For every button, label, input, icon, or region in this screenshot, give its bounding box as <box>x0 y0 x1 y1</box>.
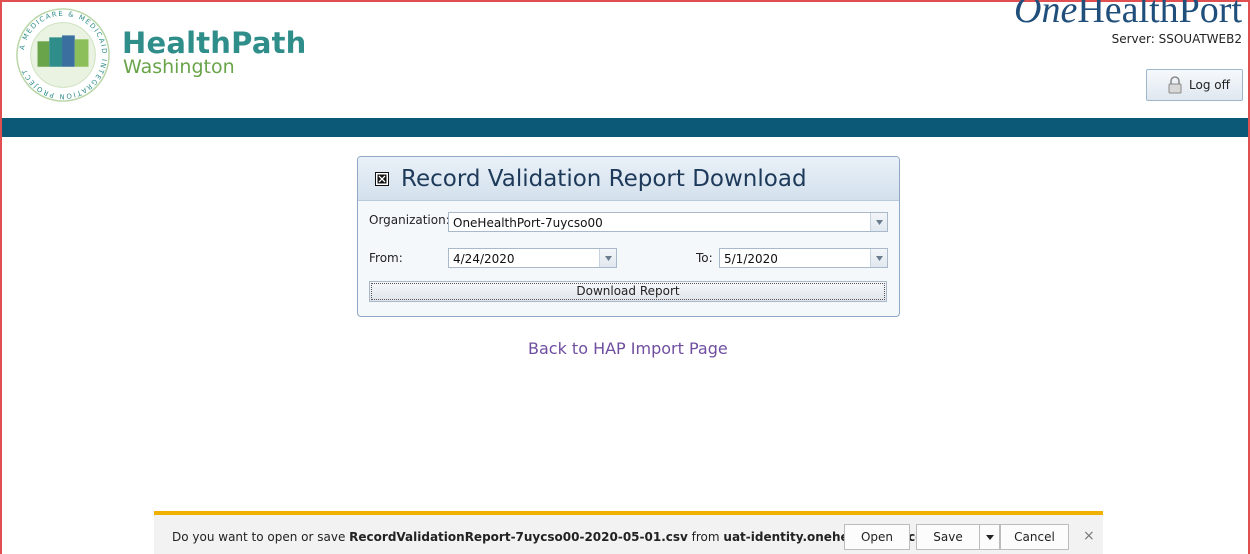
chevron-down-icon <box>875 255 883 261</box>
brand-subtitle: Washington <box>123 56 235 78</box>
lock-icon <box>1168 76 1182 94</box>
save-button-label[interactable]: Save <box>916 524 980 550</box>
panel-header: Record Validation Report Download <box>358 157 899 201</box>
download-message: Do you want to open or save RecordValida… <box>172 530 942 544</box>
from-date-dropdown-button[interactable] <box>599 249 616 267</box>
to-label: To: <box>696 251 713 265</box>
cancel-button[interactable]: Cancel <box>1000 524 1069 550</box>
integration-project-seal: A MEDICARE & MEDICAID INTEGRATION PROJEC… <box>16 8 110 102</box>
onehealthport-logo-rest: HealthPort <box>1077 0 1242 31</box>
download-message-prefix: Do you want to open or save <box>172 530 350 544</box>
download-notification-bar: Do you want to open or save RecordValida… <box>154 511 1103 554</box>
chevron-down-icon <box>875 219 883 225</box>
download-file-name: RecordValidationReport-7uycso00-2020-05-… <box>349 530 688 544</box>
report-download-panel: Record Validation Report Download Organi… <box>357 156 900 317</box>
to-date-picker[interactable]: 5/1/2020 <box>719 248 888 268</box>
from-date-picker[interactable]: 4/24/2020 <box>448 248 617 268</box>
save-options-button[interactable] <box>980 524 1000 550</box>
onehealthport-logo: OneHealthPort <box>1014 0 1242 32</box>
server-label: Server: SSOUATWEB2 <box>1111 32 1242 46</box>
from-date-value: 4/24/2020 <box>453 252 515 266</box>
logoff-label: Log off <box>1189 78 1230 92</box>
logoff-button[interactable]: Log off <box>1146 69 1243 101</box>
organization-label: Organization: <box>369 213 450 227</box>
to-date-dropdown-button[interactable] <box>870 249 887 267</box>
from-label: From: <box>369 251 403 265</box>
organization-select[interactable]: OneHealthPort-7uycso00 <box>448 212 888 232</box>
organization-value: OneHealthPort-7uycso00 <box>453 216 603 230</box>
header-band <box>2 118 1248 137</box>
back-to-import-link[interactable]: Back to HAP Import Page <box>528 339 728 358</box>
organization-dropdown-button[interactable] <box>870 213 887 231</box>
caret-down-icon <box>985 534 994 540</box>
chevron-down-icon <box>604 255 612 261</box>
close-icon[interactable]: × <box>1083 528 1095 544</box>
onehealthport-logo-one: One <box>1014 0 1078 31</box>
open-button[interactable]: Open <box>844 524 910 550</box>
download-message-middle: from <box>687 530 724 544</box>
collapse-box-icon[interactable] <box>375 171 389 186</box>
brand-title: HealthPath <box>122 26 307 60</box>
window-edge-left <box>0 0 2 554</box>
to-date-value: 5/1/2020 <box>724 252 778 266</box>
download-report-button[interactable]: Download Report <box>369 281 887 302</box>
healthpath-logo: A MEDICARE & MEDICAID INTEGRATION PROJEC… <box>14 6 314 106</box>
panel-title: Record Validation Report Download <box>401 165 807 192</box>
